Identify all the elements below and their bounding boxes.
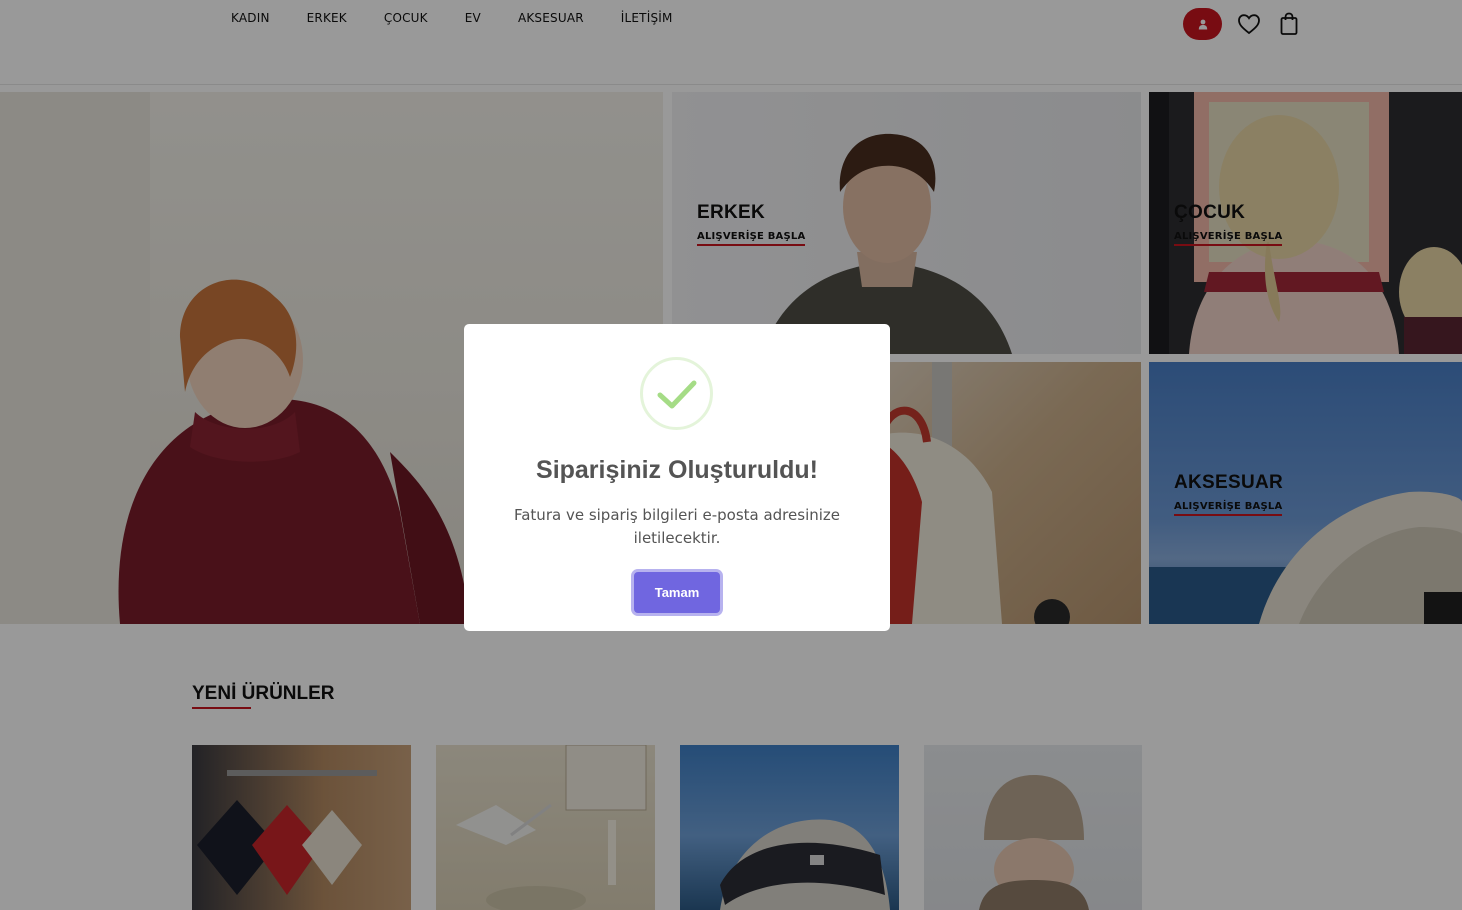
dialog-message: Fatura ve sipariş bilgileri e-posta adre…	[513, 506, 841, 547]
success-icon	[640, 357, 713, 430]
ok-button[interactable]: Tamam	[634, 572, 720, 613]
dialog-title: Siparişiniz Oluşturuldu!	[536, 456, 818, 484]
checkmark-icon	[657, 380, 697, 409]
order-success-dialog: Siparişiniz Oluşturuldu! Fatura ve sipar…	[464, 324, 890, 631]
